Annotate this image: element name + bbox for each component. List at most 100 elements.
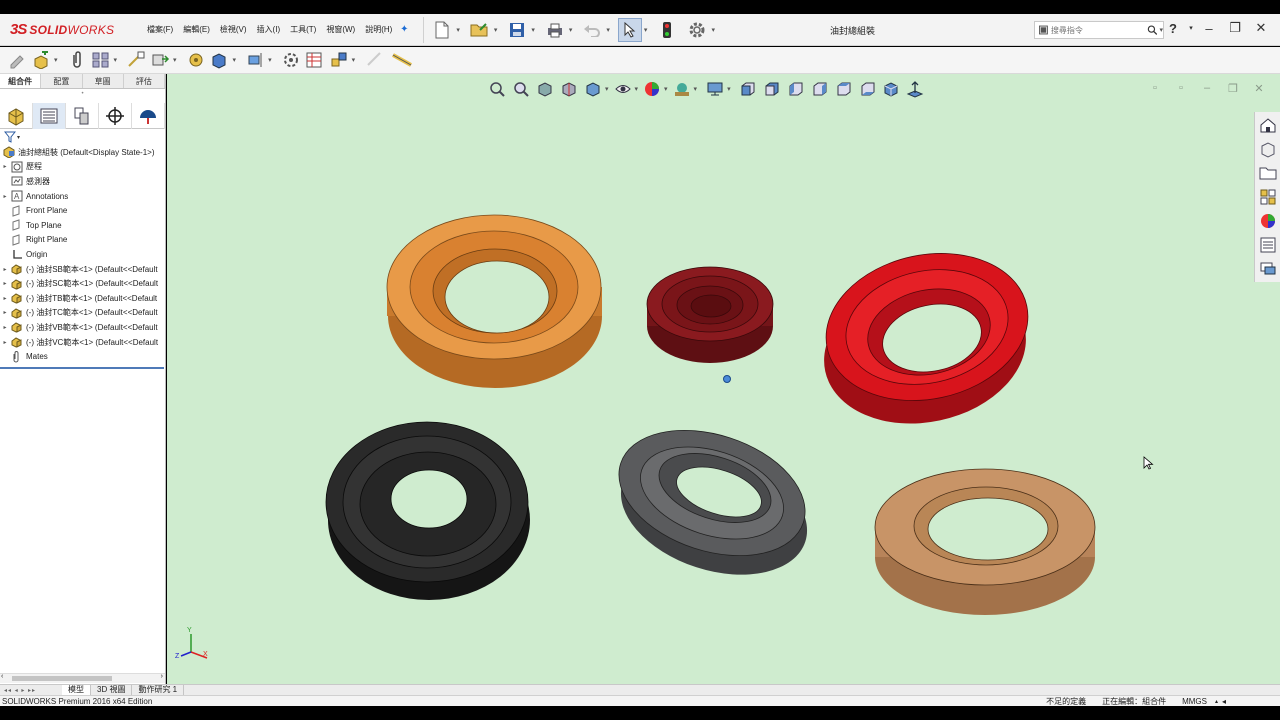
- new-motion-study-icon[interactable]: [280, 48, 302, 72]
- tree-filter[interactable]: ▾: [0, 129, 165, 145]
- previous-view-icon[interactable]: [533, 78, 557, 100]
- assembly-features-icon[interactable]: [209, 48, 231, 72]
- move-component-icon[interactable]: [149, 48, 171, 72]
- search-commands-box[interactable]: ▾: [1034, 21, 1164, 39]
- select-dropdown-icon[interactable]: ▾: [644, 26, 648, 34]
- tree-item-5[interactable]: Right Plane: [0, 233, 165, 248]
- bill-of-materials-icon[interactable]: [304, 48, 326, 72]
- large-assembly-mode-icon[interactable]: [391, 48, 413, 72]
- forum-icon[interactable]: [1257, 258, 1279, 280]
- tree-item-12[interactable]: ▸ (-) 油封VC範本<1> (Default<<Default: [0, 335, 165, 350]
- unit-system-selector[interactable]: MMGS: [1174, 697, 1215, 706]
- display-manager-tab[interactable]: [132, 103, 165, 129]
- section-view-icon[interactable]: [557, 78, 581, 100]
- linear-pattern-icon[interactable]: [90, 48, 112, 72]
- reference-geometry-dropdown-icon[interactable]: ▾: [268, 56, 272, 64]
- view-settings-dropdown-icon[interactable]: ▾: [727, 85, 731, 93]
- tree-item-13[interactable]: Mates: [0, 349, 165, 364]
- tree-item-6[interactable]: Origin: [0, 247, 165, 262]
- panel-splitter-dot[interactable]: •: [0, 89, 165, 99]
- top-view-icon[interactable]: [831, 78, 855, 100]
- save-icon[interactable]: [505, 18, 529, 42]
- new-dropdown-icon[interactable]: ▾: [456, 26, 460, 34]
- normal-to-icon[interactable]: [903, 78, 927, 100]
- tree-horizontal-scrollbar[interactable]: ‹ ›: [0, 673, 165, 683]
- mate-paperclip-icon[interactable]: [66, 48, 88, 72]
- black-oil-seal[interactable]: [325, 421, 530, 600]
- viewport-tile-icon[interactable]: ▫: [1142, 82, 1168, 95]
- property-manager-tab[interactable]: [33, 103, 66, 129]
- tab-layout[interactable]: 配置: [41, 74, 83, 88]
- menu-tools[interactable]: 工具(T): [285, 24, 321, 35]
- pin-icon[interactable]: ✦: [397, 24, 411, 35]
- zoom-to-fit-icon[interactable]: [485, 78, 509, 100]
- tree-rollback-bar[interactable]: [0, 367, 164, 369]
- display-style-icon[interactable]: [611, 78, 635, 100]
- display-style-dropdown-icon[interactable]: ▾: [635, 85, 639, 93]
- front-view-icon[interactable]: [735, 78, 759, 100]
- tan-oil-seal[interactable]: [874, 468, 1096, 615]
- rebuild-traffic-light-icon[interactable]: [655, 18, 679, 42]
- tree-item-7[interactable]: ▸ (-) 油封SB範本<1> (Default<<Default: [0, 262, 165, 277]
- menu-file[interactable]: 檔案(F): [142, 24, 178, 35]
- help-dropdown-icon[interactable]: ▾: [1186, 24, 1196, 32]
- apply-scene-dropdown-icon[interactable]: ▾: [694, 85, 698, 93]
- edit-appearance-dropdown-icon[interactable]: ▾: [664, 85, 668, 93]
- scroll-left-icon[interactable]: ‹: [1, 673, 3, 680]
- configuration-manager-tab[interactable]: [66, 103, 99, 129]
- tree-item-9[interactable]: ▸ (-) 油封TB範本<1> (Default<<Default: [0, 291, 165, 306]
- close-icon[interactable]: ✕: [1248, 20, 1274, 36]
- back-view-icon[interactable]: [759, 78, 783, 100]
- open-folder-icon[interactable]: [468, 18, 492, 42]
- view-settings-monitor-icon[interactable]: [703, 78, 727, 100]
- search-scope-icon[interactable]: [1039, 25, 1048, 35]
- tab-evaluate[interactable]: 評估: [124, 74, 165, 88]
- design-library-icon[interactable]: [1257, 138, 1279, 160]
- pattern-dropdown-icon[interactable]: ▾: [114, 56, 118, 64]
- options-dropdown-icon[interactable]: ▾: [711, 26, 715, 34]
- print-icon[interactable]: [543, 18, 567, 42]
- feature-manager-tab[interactable]: [0, 103, 33, 129]
- tree-item-10[interactable]: ▸ (-) 油封TC範本<1> (Default<<Default: [0, 306, 165, 321]
- show-hidden-components-icon[interactable]: [185, 48, 207, 72]
- view-orientation-dropdown-icon[interactable]: ▾: [605, 85, 609, 93]
- tab-model[interactable]: 模型: [62, 685, 91, 695]
- orange-oil-seal[interactable]: [386, 214, 602, 388]
- tree-item-2[interactable]: ▸ A Annotations: [0, 189, 165, 204]
- search-commands-input[interactable]: [1050, 25, 1147, 35]
- undo-dropdown-icon[interactable]: ▾: [606, 26, 610, 34]
- tree-root-assembly[interactable]: 油封總組裝 (Default<Display State-1>): [0, 145, 165, 160]
- assembly-features-dropdown-icon[interactable]: ▾: [233, 56, 237, 64]
- apply-scene-icon[interactable]: [670, 78, 694, 100]
- darkred-oil-seal[interactable]: [646, 266, 774, 363]
- tree-item-3[interactable]: Front Plane: [0, 203, 165, 218]
- expand-arrow-icon[interactable]: ▸: [0, 295, 10, 302]
- viewport-link-icon[interactable]: ▫: [1168, 82, 1194, 95]
- tab-assembly[interactable]: 組合件: [0, 74, 42, 88]
- isometric-view-icon[interactable]: [879, 78, 903, 100]
- left-view-icon[interactable]: [783, 78, 807, 100]
- move-dropdown-icon[interactable]: ▾: [173, 56, 177, 64]
- insert-component-dropdown-icon[interactable]: ▾: [54, 56, 58, 64]
- print-dropdown-icon[interactable]: ▾: [569, 26, 573, 34]
- bottom-view-icon[interactable]: [855, 78, 879, 100]
- status-bar-toggle-icon[interactable]: ◂: [1218, 697, 1230, 706]
- open-dropdown-icon[interactable]: ▾: [494, 26, 498, 34]
- tab-3d-views[interactable]: 3D 視圖: [91, 685, 133, 695]
- expand-arrow-icon[interactable]: ▸: [0, 324, 10, 331]
- expand-arrow-icon[interactable]: ▸: [0, 163, 10, 170]
- menu-help[interactable]: 說明(H): [360, 24, 397, 35]
- view-orientation-icon[interactable]: [581, 78, 605, 100]
- gray-oil-seal[interactable]: [603, 408, 823, 597]
- edit-component-icon[interactable]: [6, 48, 28, 72]
- search-icon[interactable]: [1147, 24, 1158, 36]
- viewport-restore-icon[interactable]: ❐: [1220, 82, 1246, 95]
- red-oil-seal[interactable]: [810, 235, 1041, 441]
- expand-arrow-icon[interactable]: ▸: [0, 280, 10, 287]
- scroll-right-icon[interactable]: ›: [161, 673, 163, 680]
- options-gear-icon[interactable]: [685, 18, 709, 42]
- solidworks-resources-icon[interactable]: [1257, 114, 1279, 136]
- graphics-area[interactable]: Y Z X ▾ ▾ ▾ ▾ ▾ ▫ ▫ – ❐ ✕: [167, 74, 1280, 684]
- exploded-view-dropdown-icon[interactable]: ▾: [352, 56, 356, 64]
- expand-arrow-icon[interactable]: ▸: [0, 339, 10, 346]
